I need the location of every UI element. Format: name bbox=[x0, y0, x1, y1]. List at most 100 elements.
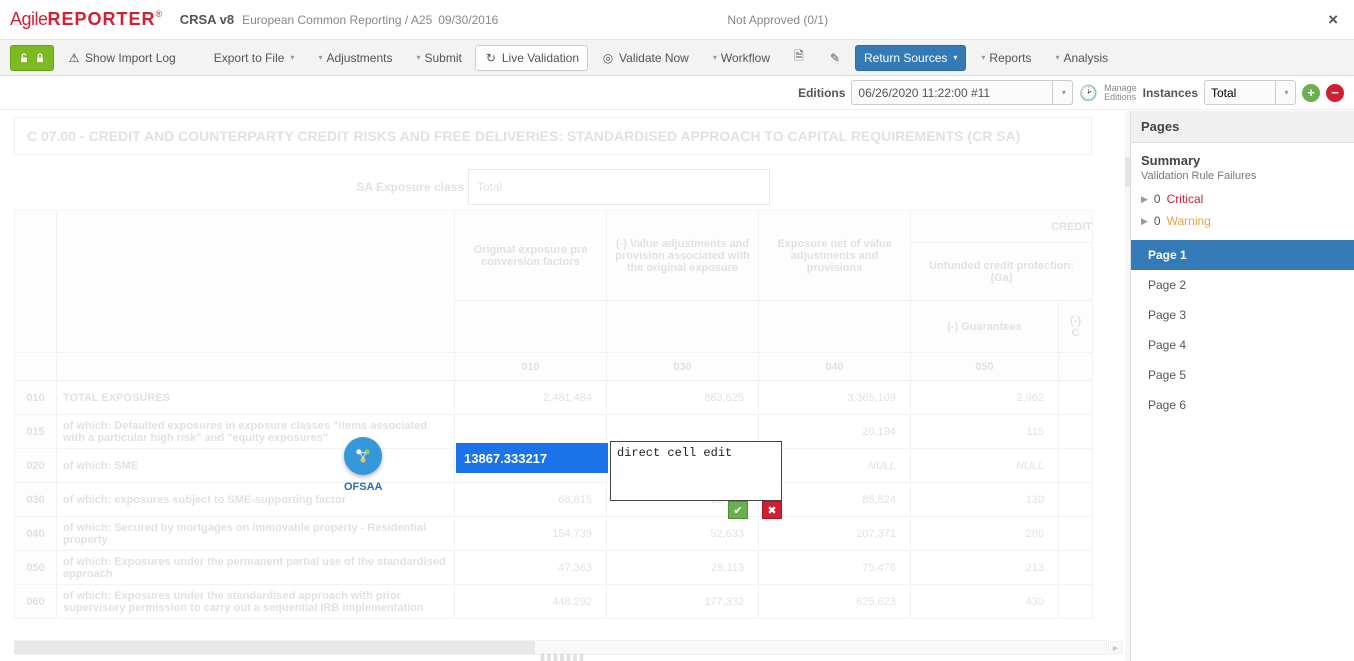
table-row: 010 TOTAL EXPOSURES 2,481,484 883,625 3,… bbox=[15, 381, 1093, 415]
return-code: CRSA v8 bbox=[180, 12, 234, 27]
page-item-3[interactable]: Page 3 bbox=[1131, 300, 1354, 330]
caret-icon: ▾ bbox=[1055, 53, 1059, 62]
page-item-2[interactable]: Page 2 bbox=[1131, 270, 1354, 300]
ofsaa-badge[interactable]: OFSAA bbox=[344, 437, 383, 493]
workflow-label: Workflow bbox=[721, 51, 770, 65]
caret-icon: ▾ bbox=[713, 53, 717, 62]
pages-panel-header: Pages bbox=[1131, 111, 1354, 143]
reports-button[interactable]: ▾ Reports bbox=[970, 45, 1040, 71]
instance-add-button[interactable]: + bbox=[1302, 84, 1320, 102]
warning-label: Warning bbox=[1167, 214, 1211, 228]
expand-icon: ▶ bbox=[1141, 216, 1148, 227]
editions-label: Editions bbox=[798, 86, 845, 100]
instance-delete-button[interactable]: − bbox=[1326, 84, 1344, 102]
caret-icon: ▾ bbox=[1284, 88, 1288, 97]
critical-row[interactable]: ▶ 0 Critical bbox=[1131, 188, 1354, 210]
warning-count: 0 bbox=[1154, 214, 1161, 228]
warning-icon: ⚠ bbox=[67, 51, 81, 65]
live-validation-label: Live Validation bbox=[502, 51, 579, 65]
caret-icon: ▾ bbox=[953, 53, 957, 62]
warning-row[interactable]: ▶ 0 Warning bbox=[1131, 210, 1354, 232]
validate-now-label: Validate Now bbox=[619, 51, 689, 65]
caret-icon: ▾ bbox=[290, 53, 294, 62]
editions-input[interactable] bbox=[852, 81, 1052, 104]
critical-count: 0 bbox=[1154, 192, 1161, 206]
table-row: 030 of which: exposures subject to SME-s… bbox=[15, 483, 1093, 517]
col-hdr-050: (-) Guarantees bbox=[911, 301, 1059, 353]
instances-select[interactable]: ▾ bbox=[1204, 80, 1296, 105]
sa-exposure-class-input[interactable] bbox=[468, 169, 770, 205]
caret-icon: ▾ bbox=[318, 53, 322, 62]
adjustments-label: Adjustments bbox=[326, 51, 392, 65]
pencil-icon: ✎ bbox=[828, 51, 842, 65]
ofsaa-label: OFSAA bbox=[344, 481, 383, 493]
doc-icon-button[interactable]: 🗎 bbox=[783, 45, 815, 71]
scroll-thumb[interactable] bbox=[15, 641, 535, 654]
show-import-log-button[interactable]: ⚠ Show Import Log bbox=[58, 45, 185, 71]
page-item-1[interactable]: Page 1 bbox=[1131, 240, 1354, 270]
return-sources-button[interactable]: Return Sources ▾ bbox=[855, 45, 966, 71]
splitter-handle[interactable] bbox=[1125, 111, 1130, 661]
col-code-010: 010 bbox=[455, 353, 607, 381]
show-import-log-label: Show Import Log bbox=[85, 51, 176, 65]
sa-exposure-class-label: SA Exposure class bbox=[14, 180, 468, 194]
validate-now-button[interactable]: ◎ Validate Now bbox=[592, 45, 698, 71]
sheet-caption: C 07.00 - CREDIT AND COUNTERPARTY CREDIT… bbox=[14, 117, 1092, 155]
col-code-050: 050 bbox=[911, 353, 1059, 381]
page-item-4[interactable]: Page 4 bbox=[1131, 330, 1354, 360]
reporting-date: 09/30/2016 bbox=[438, 13, 498, 27]
export-to-file-button[interactable]: Export to File ▾ bbox=[205, 45, 304, 71]
export-to-file-label: Export to File bbox=[214, 51, 285, 65]
col-hdr-030: (-) Value adjustments and provision asso… bbox=[607, 211, 759, 301]
instances-dropdown-button[interactable]: ▾ bbox=[1275, 81, 1295, 104]
summary-title: Summary bbox=[1141, 153, 1344, 168]
analysis-button[interactable]: ▾ Analysis bbox=[1044, 45, 1117, 71]
return-sources-label: Return Sources bbox=[864, 51, 947, 65]
cell-edit-input[interactable] bbox=[456, 443, 608, 473]
col-hdr-010: Original exposure pre conversion factors bbox=[455, 211, 607, 301]
data-grid-body: Original exposure pre conversion factors… bbox=[14, 210, 1093, 619]
lock-toggle-button[interactable] bbox=[10, 45, 54, 71]
resize-handle[interactable]: ▮▮▮▮▮▮▮ bbox=[540, 652, 586, 661]
clock-icon[interactable]: 🕑 bbox=[1079, 84, 1098, 102]
target-icon: ◎ bbox=[601, 51, 615, 65]
close-button[interactable]: × bbox=[1322, 10, 1344, 30]
approval-status: Not Approved (0/1) bbox=[727, 13, 828, 27]
ofsaa-icon bbox=[344, 437, 382, 475]
table-row: 050 of which: Exposures under the perman… bbox=[15, 551, 1093, 585]
adjustments-button[interactable]: ▾ Adjustments bbox=[307, 45, 401, 71]
col-code-030: 030 bbox=[607, 353, 759, 381]
col-hdr-credit: CREDIT bbox=[911, 211, 1093, 243]
col-hdr-ufcp: Unfunded credit protection: (Ga) bbox=[911, 243, 1093, 301]
critical-label: Critical bbox=[1167, 192, 1204, 206]
vrf-label: Validation Rule Failures bbox=[1141, 170, 1344, 182]
refresh-icon: ↻ bbox=[484, 51, 498, 65]
scroll-right-button[interactable]: ► bbox=[1108, 641, 1123, 654]
document-icon: 🗎 bbox=[792, 47, 806, 68]
table-row: 040 of which: Secured by mortgages on im… bbox=[15, 517, 1093, 551]
manage-editions-link[interactable]: ManageEditions bbox=[1104, 84, 1137, 102]
expand-icon: ▶ bbox=[1141, 194, 1148, 205]
breadcrumb: European Common Reporting / A25 bbox=[242, 13, 432, 27]
edit-icon-button[interactable]: ✎ bbox=[819, 45, 851, 71]
caret-icon: ▾ bbox=[981, 53, 985, 62]
reports-label: Reports bbox=[989, 51, 1031, 65]
caret-icon: ▾ bbox=[1062, 88, 1066, 97]
instances-input[interactable] bbox=[1205, 81, 1275, 104]
submit-button[interactable]: ▾ Submit bbox=[405, 45, 470, 71]
instances-label: Instances bbox=[1143, 86, 1198, 100]
cell-edit-overlay-input[interactable]: direct cell edit bbox=[610, 441, 782, 501]
analysis-label: Analysis bbox=[1063, 51, 1108, 65]
cell-edit-confirm-button[interactable]: ✔ bbox=[728, 501, 748, 519]
col-hdr-040: Exposure net of value adjustments and pr… bbox=[759, 211, 911, 301]
app-logo: AgileREPORTER® bbox=[10, 9, 162, 30]
workflow-button[interactable]: ▾ Workflow bbox=[702, 45, 779, 71]
page-item-6[interactable]: Page 6 bbox=[1131, 390, 1354, 420]
cell-edit-cancel-button[interactable]: ✖ bbox=[762, 501, 782, 519]
caret-icon: ▾ bbox=[416, 53, 420, 62]
editions-select[interactable]: ▾ bbox=[851, 80, 1073, 105]
submit-label: Submit bbox=[425, 51, 462, 65]
live-validation-button[interactable]: ↻ Live Validation bbox=[475, 45, 588, 71]
page-item-5[interactable]: Page 5 bbox=[1131, 360, 1354, 390]
editions-dropdown-button[interactable]: ▾ bbox=[1052, 81, 1072, 104]
